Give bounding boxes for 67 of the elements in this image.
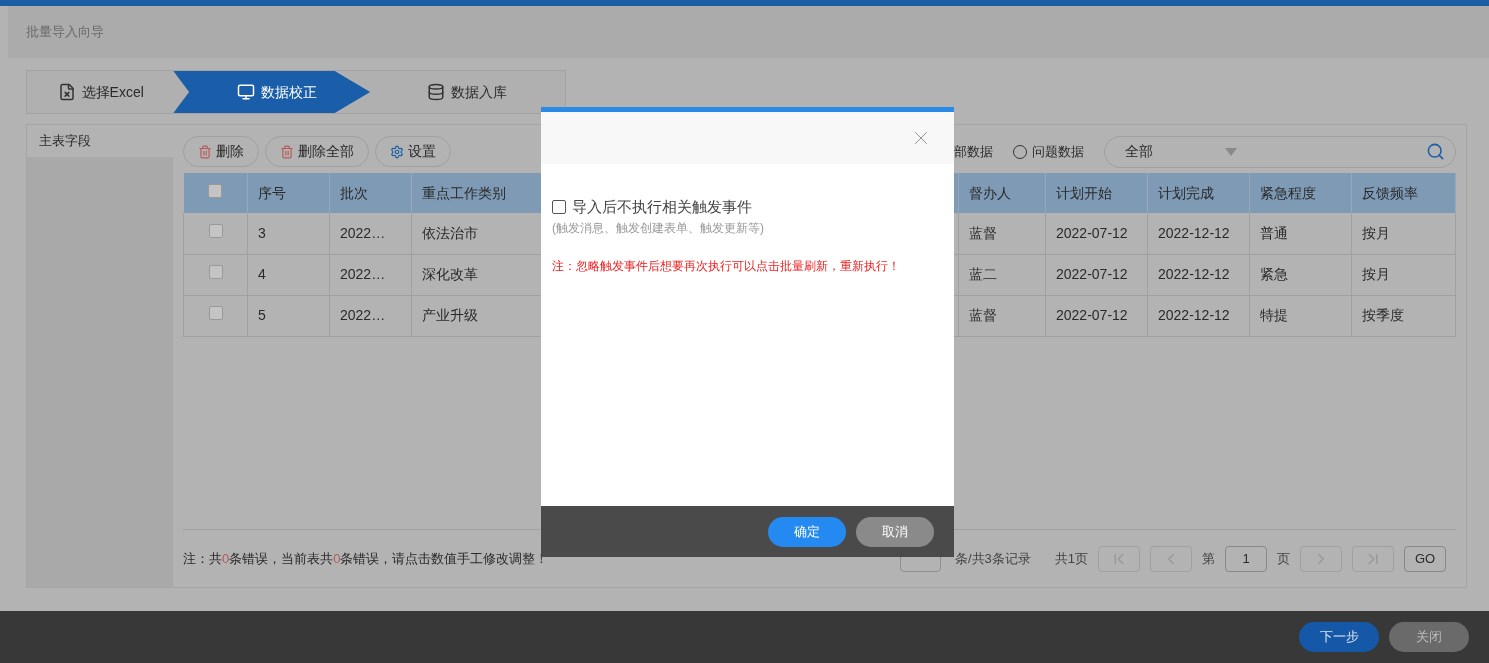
- window-title: 批量导入向导: [26, 23, 104, 42]
- table-cell: 产业升级: [422, 307, 478, 323]
- page-count: 共1页: [1054, 549, 1088, 568]
- table-cell: 按月: [1362, 224, 1390, 241]
- table-cell: 依法治市: [422, 224, 478, 241]
- go-button[interactable]: GO: [1404, 545, 1446, 572]
- table-cell: 蓝二: [969, 266, 997, 282]
- table-cell: 5: [258, 307, 266, 323]
- wizard-step[interactable]: 数据入库: [369, 71, 565, 113]
- file-icon: [57, 83, 76, 101]
- table-cell: 特提: [1260, 307, 1288, 323]
- checkbox-label[interactable]: 导入后不执行相关触发事件: [572, 196, 752, 219]
- table-cell: 2022-12-12: [1158, 224, 1230, 241]
- column-header: 督办人: [969, 184, 1011, 201]
- sidebar-title: 主表字段: [39, 132, 91, 151]
- column-header: 批次: [340, 184, 368, 201]
- column-header: 紧急程度: [1260, 184, 1316, 201]
- hint-text: (触发消息、触发创建表单、触发更新等): [552, 219, 765, 237]
- table-cell: 紧急: [1260, 266, 1288, 282]
- checkbox[interactable]: [208, 265, 223, 279]
- table-cell: 2022-07-12: [1056, 224, 1128, 241]
- table-cell: 2022-07-12: [1056, 266, 1128, 282]
- trash-icon: [280, 144, 294, 159]
- page-label: 页: [1277, 549, 1290, 568]
- table-cell: 按月: [1362, 266, 1390, 282]
- table-cell: 2022…: [340, 307, 386, 323]
- table-cell: 2022-07-12: [1056, 307, 1128, 323]
- column-header: 序号: [258, 184, 286, 201]
- record-summary: 条/共3条记录: [954, 549, 1031, 568]
- table-cell: 普通: [1260, 224, 1288, 241]
- settings-icon: [390, 144, 404, 159]
- search-icon[interactable]: [1426, 142, 1445, 161]
- filter-label[interactable]: 部数据: [954, 141, 993, 162]
- table-cell: 2022-12-12: [1158, 307, 1230, 323]
- next-button[interactable]: 下一步: [1299, 622, 1379, 652]
- table-cell: 深化改革: [422, 266, 478, 282]
- column-header: 计划完成: [1158, 184, 1214, 201]
- table-cell: 按季度: [1362, 307, 1404, 323]
- table-cell: 2022…: [340, 266, 386, 282]
- last-page-button[interactable]: [1352, 545, 1394, 572]
- filter-label[interactable]: 问题数据: [1032, 141, 1084, 162]
- next-page-button[interactable]: [1300, 545, 1342, 572]
- table-cell: 3: [258, 224, 266, 241]
- database-icon: [427, 83, 446, 101]
- table-cell: 蓝督: [969, 307, 997, 323]
- first-page-button[interactable]: [1098, 545, 1140, 572]
- previous-page-button[interactable]: [1150, 545, 1192, 572]
- page-field[interactable]: 1: [1225, 545, 1267, 572]
- column-header: 计划开始: [1056, 184, 1112, 201]
- column-header: 反馈频率: [1362, 184, 1418, 201]
- checkbox[interactable]: [208, 223, 223, 238]
- checkbox[interactable]: [208, 183, 223, 198]
- monitor-icon: [236, 83, 255, 101]
- column-header: 重点工作类别: [422, 184, 506, 201]
- table-cell: 蓝督: [969, 224, 997, 241]
- checkbox[interactable]: [552, 200, 566, 215]
- warning-text: 注：忽略触发事件后想要再次执行可以点击批量刷新，重新执行！: [552, 257, 901, 275]
- page-label: 第: [1202, 549, 1215, 568]
- wizard-step[interactable]: 选择Excel: [27, 71, 175, 113]
- table-cell: 4: [258, 266, 266, 282]
- checkbox[interactable]: [208, 306, 223, 320]
- wizard-step[interactable]: 数据校正: [173, 71, 371, 113]
- trash-icon: [198, 144, 212, 159]
- confirm-button[interactable]: 确定: [768, 516, 846, 547]
- table-cell: 2022…: [340, 224, 386, 241]
- table-cell: 2022-12-12: [1158, 266, 1230, 282]
- dropdown-icon: [1225, 147, 1237, 156]
